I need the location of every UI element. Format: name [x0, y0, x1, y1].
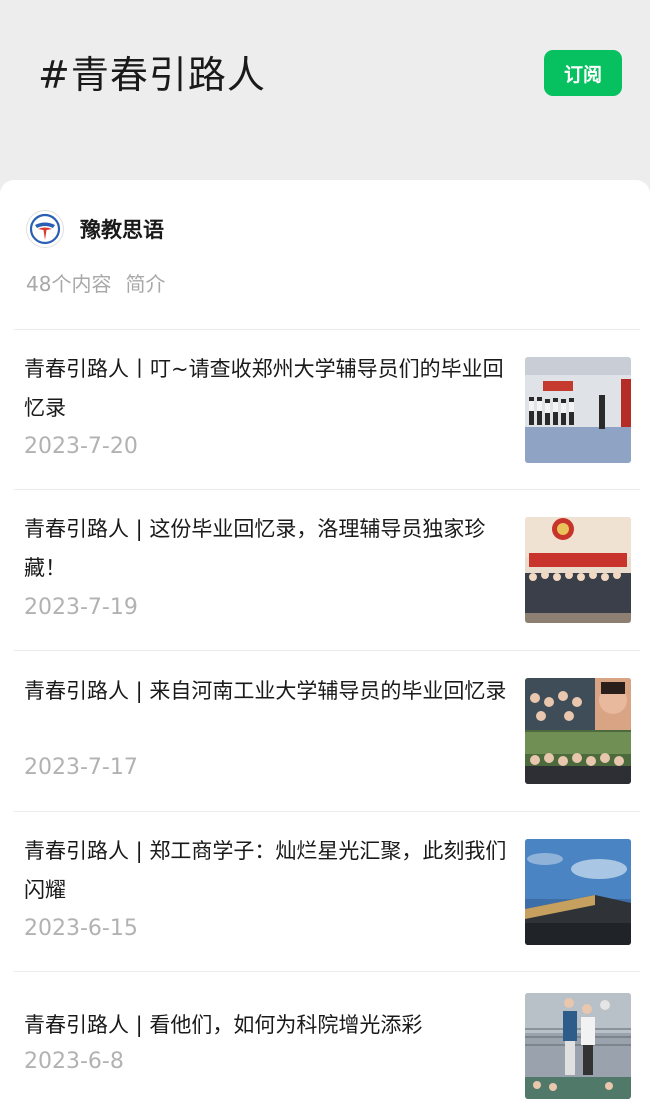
article-item[interactable]: 青春引路人 | 这份毕业回忆录，洛理辅导员独家珍藏！ 2023-7-19: [0, 490, 650, 650]
content-count: 48个内容: [26, 272, 112, 296]
article-date: 2023-7-20: [24, 434, 138, 459]
article-item[interactable]: 青春引路人 | 郑工商学子：灿烂星光汇聚，此刻我们闪耀 2023-6-15: [0, 812, 650, 972]
article-title: 青春引路人 | 来自河南工业大学辅导员的毕业回忆录: [24, 679, 507, 703]
article-thumbnail: [525, 678, 631, 784]
article-title: 青春引路人丨叮~请查收郑州大学辅导员们的毕业回忆录: [24, 357, 504, 420]
article-title: 青春引路人 | 这份毕业回忆录，洛理辅导员独家珍藏！: [24, 517, 486, 580]
article-date: 2023-7-17: [24, 755, 138, 780]
article-date: 2023-6-8: [24, 1049, 124, 1074]
article-thumbnail: [525, 517, 631, 623]
article-title: 青春引路人 | 郑工商学子：灿烂星光汇聚，此刻我们闪耀: [24, 839, 507, 902]
article-title: 青春引路人 | 看他们，如何为科院增光添彩: [24, 1013, 423, 1037]
account-logo-icon[interactable]: [26, 210, 64, 248]
account-meta: 48个内容 简介: [26, 268, 179, 297]
topic-header: #青春引路人 订阅: [0, 0, 650, 190]
topic-title: #青春引路人: [38, 53, 266, 97]
content-card: 豫教思语 48个内容 简介 青春引路人丨叮~请查收郑州大学辅导员们的毕业回忆录 2…: [0, 180, 650, 1104]
article-thumbnail: [525, 839, 631, 945]
article-date: 2023-7-19: [24, 595, 138, 620]
subscribe-button[interactable]: 订阅: [544, 50, 622, 96]
article-item[interactable]: 青春引路人丨叮~请查收郑州大学辅导员们的毕业回忆录 2023-7-20: [0, 330, 650, 490]
article-thumbnail: [525, 357, 631, 463]
intro-link[interactable]: 简介: [125, 272, 165, 296]
article-item[interactable]: 青春引路人 | 来自河南工业大学辅导员的毕业回忆录 2023-7-17: [0, 651, 650, 811]
article-date: 2023-6-15: [24, 916, 138, 941]
account-row[interactable]: 豫教思语: [26, 210, 164, 248]
article-item[interactable]: 青春引路人 | 看他们，如何为科院增光添彩 2023-6-8: [0, 972, 650, 1104]
article-thumbnail: [525, 993, 631, 1099]
account-name: 豫教思语: [80, 218, 164, 242]
